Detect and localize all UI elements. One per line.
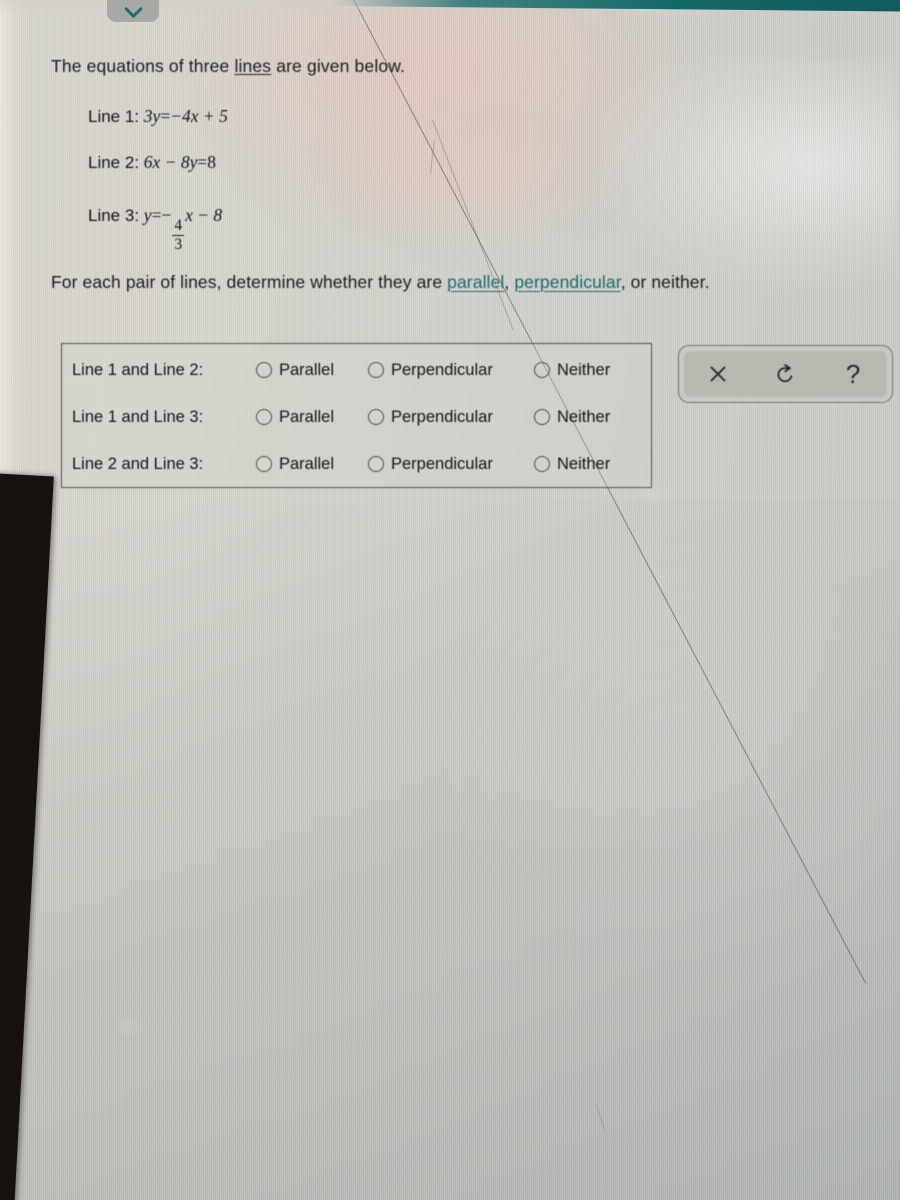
radio-option-line2-line3-perpendicular[interactable]: Perpendicular: [368, 455, 534, 474]
answer-row-line1-line3: Line 1 and Line 3: Parallel Perpendicula…: [72, 402, 634, 432]
radio-circle-icon: [256, 456, 272, 472]
fraction-denominator: 3: [174, 236, 183, 254]
radio-option-line2-line3-parallel[interactable]: Parallel: [256, 455, 368, 474]
prompt-suffix: are given below.: [271, 56, 406, 76]
radio-label: Parallel: [279, 360, 335, 379]
radio-circle-icon: [368, 409, 384, 425]
instruction-part-1: For each pair of lines, determine whethe…: [51, 272, 448, 292]
radio-label: Neither: [557, 407, 611, 426]
pair-label: Line 1 and Line 2:: [72, 360, 204, 379]
prompt-link-lines[interactable]: lines: [234, 56, 271, 76]
equation-1-rhs: −4x + 5: [170, 106, 228, 126]
chevron-down-icon: [124, 7, 142, 18]
equation-3-body: y=− 4 3 x − 8: [143, 205, 223, 253]
radio-option-line2-line3-neither[interactable]: Neither: [534, 455, 634, 474]
equation-line-2: Line 2: 6x − 8y=8: [88, 152, 216, 173]
radio-label: Neither: [557, 360, 611, 379]
equation-3-fraction: 43: [172, 217, 185, 254]
prompt-prefix: The equations of three: [51, 56, 235, 76]
equation-2-body: 6x − 8y=8: [144, 152, 216, 172]
equation-2-label: Line 2:: [88, 153, 140, 172]
radio-circle-icon: [534, 456, 550, 472]
question-mark-icon: ?: [845, 359, 861, 389]
equation-3-relation: =: [151, 205, 162, 225]
collapse-panel-button[interactable]: [107, 0, 159, 22]
radio-option-line1-line2-neither[interactable]: Neither: [534, 361, 634, 380]
equation-3-tail: x − 8: [185, 205, 223, 225]
radio-option-line1-line3-perpendicular[interactable]: Perpendicular: [368, 408, 534, 427]
instruction-part-2: ,: [504, 272, 515, 292]
answer-toolbar-inner: ?: [684, 351, 887, 397]
radio-label: Parallel: [279, 454, 335, 473]
instruction-link-parallel[interactable]: parallel: [447, 272, 504, 292]
radio-option-line1-line3-parallel[interactable]: Parallel: [256, 408, 368, 427]
equation-2-relation: =: [197, 152, 208, 172]
radio-option-line1-line2-perpendicular[interactable]: Perpendicular: [368, 361, 534, 380]
radio-option-line1-line2-parallel[interactable]: Parallel: [256, 361, 368, 380]
radio-label: Neither: [557, 454, 611, 473]
problem-prompt: The equations of three lines are given b…: [51, 56, 405, 77]
equation-1-relation: =: [160, 106, 171, 126]
answer-box: Line 1 and Line 2: Parallel Perpendicula…: [61, 343, 652, 488]
equation-3-label: Line 3:: [88, 206, 140, 225]
equation-line-3: Line 3: y=− 4 3 x − 8: [88, 205, 222, 253]
problem-instruction: For each pair of lines, determine whethe…: [51, 272, 710, 293]
equation-2-lhs: 6x − 8y: [143, 152, 198, 172]
radio-option-line1-line3-neither[interactable]: Neither: [534, 408, 634, 427]
instruction-part-3: , or neither.: [620, 272, 710, 292]
radio-circle-icon: [256, 362, 272, 378]
radio-label: Perpendicular: [391, 454, 493, 473]
screen-smudge-a: [640, 485, 670, 501]
answer-row-line1-line2: Line 1 and Line 2: Parallel Perpendicula…: [72, 355, 634, 385]
answer-row-line2-line3: Line 2 and Line 3: Parallel Perpendicula…: [72, 449, 634, 479]
radio-label: Parallel: [279, 407, 335, 426]
x-icon: [710, 366, 726, 382]
screen-smudge-b: [118, 1020, 144, 1034]
pair-label: Line 1 and Line 3:: [72, 407, 204, 426]
equation-2-rhs: 8: [207, 152, 216, 172]
equation-3-lhs: y: [143, 205, 152, 225]
equation-3-sign: −: [161, 205, 172, 225]
help-button[interactable]: ?: [831, 355, 875, 393]
screenshot-root: The equations of three lines are given b…: [0, 0, 900, 1200]
equation-1-lhs: 3y: [143, 106, 161, 126]
fraction-numerator: 4: [174, 217, 183, 235]
instruction-link-perpendicular[interactable]: perpendicular: [514, 272, 620, 292]
equation-line-1: Line 1: 3y=−4x + 5: [88, 106, 228, 127]
radio-circle-icon: [534, 409, 550, 425]
radio-circle-icon: [534, 362, 550, 378]
undo-arrow-icon: [778, 364, 793, 383]
radio-circle-icon: [368, 362, 384, 378]
equation-1-body: 3y=−4x + 5: [144, 106, 228, 126]
radio-label: Perpendicular: [391, 360, 493, 379]
radio-label: Perpendicular: [391, 407, 493, 426]
undo-button[interactable]: [763, 355, 807, 393]
radio-circle-icon: [368, 456, 384, 472]
answer-toolbar: ?: [678, 345, 893, 403]
equation-1-label: Line 1:: [88, 107, 140, 126]
clear-button[interactable]: [696, 355, 740, 393]
radio-circle-icon: [256, 409, 272, 425]
pair-label: Line 2 and Line 3:: [72, 454, 204, 473]
